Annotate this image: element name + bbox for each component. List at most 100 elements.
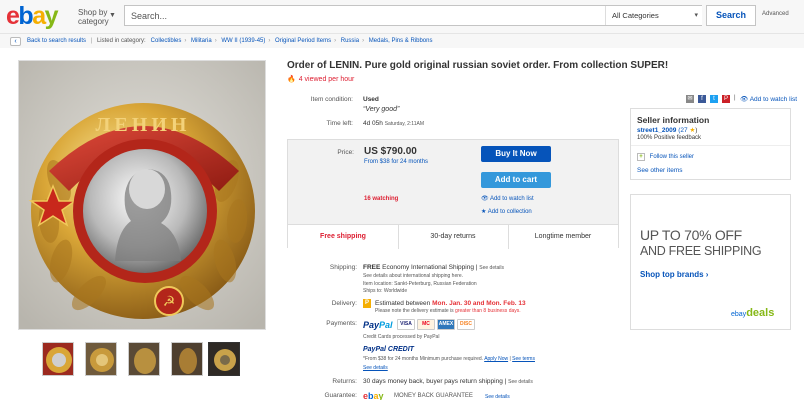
- share-add-watch-list-link[interactable]: Add to watch list: [750, 96, 797, 103]
- seller-info-box: Seller information street1_2009 (27 ★) 1…: [630, 108, 791, 180]
- crumb-militaria[interactable]: Militaria: [191, 38, 212, 44]
- search-input[interactable]: [131, 6, 601, 25]
- guarantee-see-details-link[interactable]: See details: [485, 394, 510, 400]
- crumb-medals[interactable]: Medals, Pins & Ribbons: [369, 38, 433, 44]
- breadcrumb: Back to search results | Listed in categ…: [27, 38, 433, 44]
- time-left-detail: Saturday, 2:11AM: [384, 121, 424, 127]
- header: ebay Shop by category ▼ All Categories ▾…: [0, 0, 804, 33]
- chevron-down-icon[interactable]: ▼: [109, 12, 116, 19]
- category-select[interactable]: All Categories ▾: [605, 6, 702, 25]
- shipping-value: FREE Economy International Shipping | Se…: [363, 264, 504, 271]
- svg-text:ЛЕНИН: ЛЕНИН: [96, 114, 191, 136]
- search-bar: All Categories ▾: [124, 5, 702, 26]
- ebay-guarantee-logo: ebay: [363, 391, 384, 400]
- advanced-search-link[interactable]: Advanced: [762, 11, 789, 17]
- discover-logo: DISC: [457, 319, 475, 330]
- crumb-collectibles[interactable]: Collectibles: [151, 38, 182, 44]
- visa-logo: VISA: [397, 319, 415, 330]
- listed-in-label: Listed in category:: [96, 38, 146, 44]
- chevron-down-icon: ▾: [694, 12, 698, 19]
- credit-cards-note: Credit Cards processed by PayPal: [363, 334, 440, 340]
- see-other-items-link[interactable]: See other items: [637, 167, 683, 174]
- eye-icon: 👁: [481, 196, 489, 202]
- svg-text:☭: ☭: [163, 293, 176, 309]
- order-of-lenin-photo: ЛЕНИН ☭: [19, 61, 265, 329]
- apply-now-link[interactable]: Apply Now: [484, 356, 508, 362]
- delivery-label: Delivery:: [331, 300, 357, 307]
- viewed-text: 4 viewed per hour: [298, 76, 355, 83]
- main-product-image[interactable]: ЛЕНИН ☭: [18, 60, 266, 330]
- follow-seller-link[interactable]: Follow this seller: [650, 154, 694, 160]
- paypal-credit-text: *From $38 for 24 months Minimum purchase…: [363, 356, 535, 362]
- returns-see-details-link[interactable]: See details: [508, 379, 533, 385]
- thumbnail-4[interactable]: [171, 342, 203, 376]
- back-to-results-link[interactable]: Back to search results: [27, 38, 86, 44]
- email-icon[interactable]: ✉: [686, 95, 694, 103]
- ad-headline-1: UP TO 70% OFF: [640, 227, 742, 243]
- eye-icon: 👁: [740, 96, 749, 103]
- time-left-label: Time left:: [326, 120, 354, 127]
- item-location: Item location: Sankt-Peterburg, Russian …: [363, 281, 477, 287]
- thumbnail-2[interactable]: [85, 342, 117, 376]
- divider: |: [90, 38, 93, 44]
- condition-note: “Very good”: [363, 106, 400, 113]
- ad-banner[interactable]: UP TO 70% OFF AND FREE SHIPPING Shop top…: [630, 194, 791, 330]
- payment-see-details-link[interactable]: See details: [363, 365, 388, 371]
- follow-seller[interactable]: + Follow this seller: [637, 153, 694, 161]
- condition-label: Item condition:: [310, 96, 353, 103]
- add-to-collection[interactable]: ★ Add to collection: [481, 208, 532, 215]
- shop-by-category-button[interactable]: Shop by category: [78, 8, 109, 26]
- crumb-russia[interactable]: Russia: [341, 38, 359, 44]
- ebay-logo[interactable]: ebay: [6, 3, 59, 29]
- returns-label: Returns:: [332, 378, 357, 385]
- divider: [631, 145, 790, 146]
- crumb-original-period-items[interactable]: Original Period Items: [275, 38, 331, 44]
- add-to-watch-list-link[interactable]: Add to watch list: [490, 196, 534, 202]
- shipping-note: See details about international shipping…: [363, 273, 464, 279]
- search-button[interactable]: Search: [706, 5, 756, 26]
- price-label: Price:: [337, 149, 354, 156]
- see-terms-link[interactable]: See terms: [512, 356, 535, 362]
- price-value: US $790.00: [364, 146, 417, 157]
- listing-title: Order of LENIN. Pure gold original russi…: [287, 60, 669, 71]
- feedback-star-icon: ★: [689, 127, 696, 134]
- viewed-indicator: 🔥 4 viewed per hour: [287, 75, 354, 83]
- add-to-cart-button[interactable]: Add to cart: [481, 172, 551, 188]
- price-box: Price: US $790.00 From $38 for 24 months…: [287, 139, 619, 249]
- category-select-value: All Categories: [612, 11, 659, 20]
- shop-by-line2: category: [78, 17, 109, 26]
- main-panel: ЛЕНИН ☭ Order of LENIN. Pure gold origin…: [0, 48, 804, 400]
- twitter-icon[interactable]: t: [710, 95, 718, 103]
- seller-feedback: 100% Positive feedback: [637, 135, 702, 141]
- share-watch-list[interactable]: 👁 Add to watch list: [740, 95, 797, 103]
- seller-score-link[interactable]: (27: [678, 127, 687, 134]
- mastercard-logo: MC: [417, 319, 435, 330]
- payments-label: Payments:: [326, 320, 357, 327]
- paypal-credit-logo: PayPal CREDIT: [363, 346, 414, 353]
- amex-logo: AMEX: [437, 319, 455, 330]
- seller-name-link[interactable]: street1_2009: [637, 127, 676, 134]
- thumbnail-1[interactable]: [42, 342, 74, 376]
- shipping-see-details-link[interactable]: See details: [479, 265, 504, 271]
- share-divider: |: [734, 95, 736, 101]
- paypal-logo: PayPal: [363, 320, 393, 330]
- delivery-icon: P: [363, 299, 371, 308]
- back-arrow-icon[interactable]: ‹: [10, 37, 21, 46]
- financing-link[interactable]: From $38 for 24 months: [364, 159, 428, 165]
- crumb-ww2[interactable]: WW II (1939-45): [221, 38, 265, 44]
- watching-count: 16 watching: [364, 196, 399, 202]
- add-to-collection-link[interactable]: Add to collection: [488, 209, 532, 215]
- buy-it-now-button[interactable]: Buy It Now: [481, 146, 551, 162]
- add-to-watch-list[interactable]: 👁 Add to watch list: [481, 195, 534, 202]
- thumbnail-3[interactable]: [128, 342, 160, 376]
- delivery-estimate: Estimated between Mon. Jan. 30 and Mon. …: [375, 300, 526, 307]
- facebook-icon[interactable]: f: [698, 95, 706, 103]
- thumbnail-5[interactable]: [208, 342, 240, 376]
- plus-icon: +: [637, 153, 645, 161]
- fire-icon: 🔥: [287, 76, 296, 83]
- shop-top-brands-link[interactable]: Shop top brands ›: [640, 270, 708, 279]
- returns-badge: 30-day returns: [430, 233, 476, 240]
- pinterest-icon[interactable]: P: [722, 95, 730, 103]
- free-shipping-badge: Free shipping: [320, 233, 366, 240]
- guarantee-text: MONEY BACK GUARANTEE: [394, 393, 473, 399]
